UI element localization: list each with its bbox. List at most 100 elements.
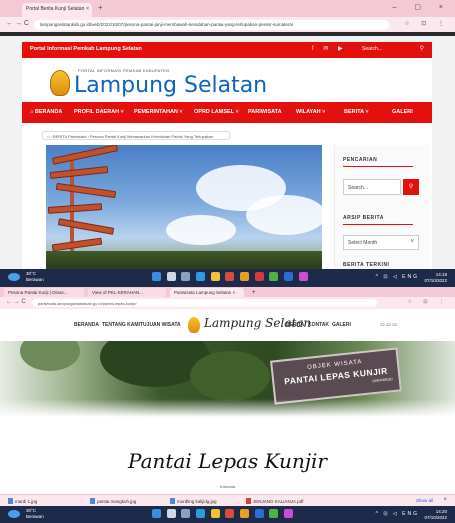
chrome-icon[interactable] — [269, 509, 279, 518]
system-tray[interactable]: ^ ⊡ ◁ ENG — [376, 274, 419, 280]
breadcrumb[interactable]: ⌂ › BERITA Pariwisata › Pesona Pantai Ku… — [42, 131, 230, 140]
signpost-board — [51, 237, 103, 252]
nav-link-tentang-kami[interactable]: TENTANG KAMI — [102, 322, 140, 328]
nav-link-beranda[interactable]: BERANDA — [74, 322, 99, 328]
tab-close-icon[interactable]: × — [86, 6, 89, 12]
menu-item-pemerintahan[interactable]: PEMERINTAHAN ˅ — [134, 109, 183, 115]
clock-date: 07/10/2022 — [424, 515, 447, 520]
browser-extension-icons[interactable]: ☆ ⊡ ⋮ — [408, 299, 449, 305]
app-icon[interactable] — [225, 272, 235, 281]
search-icon[interactable]: ⚲ — [403, 179, 419, 195]
cloud-shape — [166, 215, 236, 245]
window-controls[interactable]: – ▢ × — [393, 3, 451, 11]
start-icon[interactable] — [152, 509, 161, 518]
main-menu: ⌂ BERANDA PROFIL DAERAH ˅ PEMERINTAHAN ˅… — [22, 102, 432, 123]
wisata-navbar: BERANDA TENTANG KAMI TUJUAN WISATA Lampu… — [0, 309, 455, 341]
portal-site: Portal Informasi Pemkab Lampung Selatan … — [22, 42, 432, 269]
download-filename: pantai mangkuh.jpg — [97, 499, 137, 504]
browser-tab[interactable]: View of PKL KERAHAN... — [88, 288, 166, 297]
tree-line — [46, 251, 322, 269]
file-explorer-icon[interactable] — [210, 272, 220, 281]
file-explorer-icon[interactable] — [210, 509, 220, 518]
app-icon[interactable] — [240, 272, 250, 281]
image-file-icon — [8, 498, 13, 504]
app-icon[interactable] — [284, 272, 294, 281]
clock[interactable]: 14:18 07/10/2022 — [424, 272, 447, 284]
download-item[interactable]: JENJANG KALIANJA.pdf — [246, 498, 304, 504]
browser-tab-active[interactable]: Pariwisata Lampung Selatan × — [170, 288, 244, 297]
destination-banner-image: OBJEK WISATA PANTAI LEPAS KUNJIR DISPARB… — [0, 341, 455, 417]
edge-icon[interactable] — [196, 272, 206, 281]
menu-item-berita[interactable]: BERITA ˅ — [344, 109, 369, 115]
task-view-icon[interactable] — [181, 272, 191, 281]
browser-tab[interactable]: Pesona Pantai Kunji | Dinas... — [4, 288, 84, 297]
app-icon[interactable] — [284, 509, 294, 518]
menu-item-pariwisata[interactable]: PARIWISATA — [248, 109, 282, 115]
page-title: Pantai Lepas Kunjir — [128, 449, 327, 473]
weather-desc: Berawan — [26, 277, 44, 282]
nav-link-tujuan-wisata[interactable]: TUJUAN WISATA — [140, 322, 181, 328]
download-item[interactable]: mordling kalijidg.jpg — [170, 498, 217, 504]
task-view-icon[interactable] — [181, 509, 191, 518]
edge-icon[interactable] — [196, 509, 206, 518]
download-item[interactable]: mardi 1.jpg — [8, 498, 37, 504]
browser-tab-bar: Portal Berita Kunji Selatan × + – ▢ × — [0, 0, 455, 17]
start-icon[interactable] — [152, 272, 161, 281]
app-icon[interactable] — [240, 509, 250, 518]
url-input[interactable]: pariwisata.lampungselatankab.go.id/panta… — [32, 299, 377, 307]
nav-link-galeri[interactable]: GALERI — [332, 322, 351, 328]
browser-tab-active[interactable]: Portal Berita Kunji Selatan × — [22, 3, 92, 17]
menu-item-profil-daerah[interactable]: PROFIL DAERAH ˅ — [74, 109, 124, 115]
archive-month-select[interactable]: Select Month ˅ — [343, 235, 419, 250]
article-hero-image — [46, 145, 322, 269]
sidebar-archive-heading: ARSIP BERITA — [343, 215, 384, 221]
site-logo-text[interactable]: Lampung Selatan — [74, 73, 267, 98]
app-icon[interactable] — [225, 509, 235, 518]
system-tray[interactable]: ^ ⊡ ◁ ENG — [376, 511, 419, 517]
search-icon[interactable]: ⚲ — [420, 45, 424, 52]
taskbar-apps — [152, 272, 312, 283]
topbar-search-input[interactable]: Search... — [362, 46, 382, 52]
tab-title: Portal Berita Kunji Selatan — [26, 6, 85, 12]
cloud-shape — [246, 195, 322, 235]
menu-item-wilayah[interactable]: WILAYAH ˅ — [296, 109, 325, 115]
weather-icon[interactable] — [8, 273, 20, 281]
weather-icon[interactable] — [8, 510, 20, 518]
language-flag-icons[interactable]: ▭ ▭ ▭ — [380, 322, 397, 328]
weather-widget[interactable]: 30°C Berawan — [26, 508, 44, 520]
download-item[interactable]: pantai mangkuh.jpg — [90, 498, 136, 504]
nav-link-berita[interactable]: BERITA — [286, 322, 304, 328]
sidebar-search-input[interactable]: Search... — [343, 179, 401, 195]
taskbar-apps — [152, 509, 297, 520]
new-tab-button[interactable]: + — [98, 3, 103, 12]
app-icon[interactable] — [254, 272, 264, 281]
url-input[interactable]: lampungselatankab.go.id/web/2022/10/07/p… — [34, 20, 389, 30]
chrome-icon[interactable] — [269, 272, 279, 281]
regency-emblem-icon[interactable] — [188, 317, 200, 333]
show-all-downloads-link[interactable]: Show all — [416, 498, 433, 503]
social-icons[interactable]: f ✉ ▶ — [312, 45, 347, 52]
menu-item-galeri[interactable]: GALERI — [392, 109, 413, 115]
address-bar: ← → C pariwisata.lampungselatankab.go.id… — [0, 297, 455, 309]
archive-select-value: Select Month — [348, 240, 378, 246]
download-bar: mardi 1.jpg pantai mangkuh.jpg mordling … — [0, 494, 455, 506]
close-icon[interactable]: × — [443, 497, 447, 503]
search-icon[interactable] — [166, 272, 176, 281]
menu-item-oprd-lamsel[interactable]: OPRD LAMSEL ˅ — [194, 109, 239, 115]
clock[interactable]: 14:20 07/10/2022 — [424, 509, 447, 521]
word-icon[interactable] — [254, 509, 264, 518]
menu-item-beranda[interactable]: ⌂ BERANDA — [30, 109, 62, 115]
signpost-board — [57, 218, 115, 235]
back-forward-reload-icons[interactable]: ← → C — [6, 299, 26, 305]
back-forward-reload-icons[interactable]: ← → C — [6, 20, 29, 27]
app-icon[interactable] — [298, 272, 308, 281]
weather-desc: Berawan — [26, 514, 44, 519]
weather-widget[interactable]: 30°C Berawan — [26, 271, 44, 283]
screenshot-portal-berita: Portal Berita Kunji Selatan × + – ▢ × ← … — [0, 0, 455, 287]
browser-extension-icons[interactable]: ☆ ⊡ ⋮ — [404, 20, 449, 27]
regency-emblem-icon[interactable] — [50, 70, 70, 96]
address-bar: ← → C lampungselatankab.go.id/web/2022/1… — [0, 17, 455, 32]
new-tab-button[interactable]: + — [248, 288, 260, 297]
search-icon[interactable] — [166, 509, 176, 518]
nav-link-kontak[interactable]: KONTAK — [308, 322, 329, 328]
